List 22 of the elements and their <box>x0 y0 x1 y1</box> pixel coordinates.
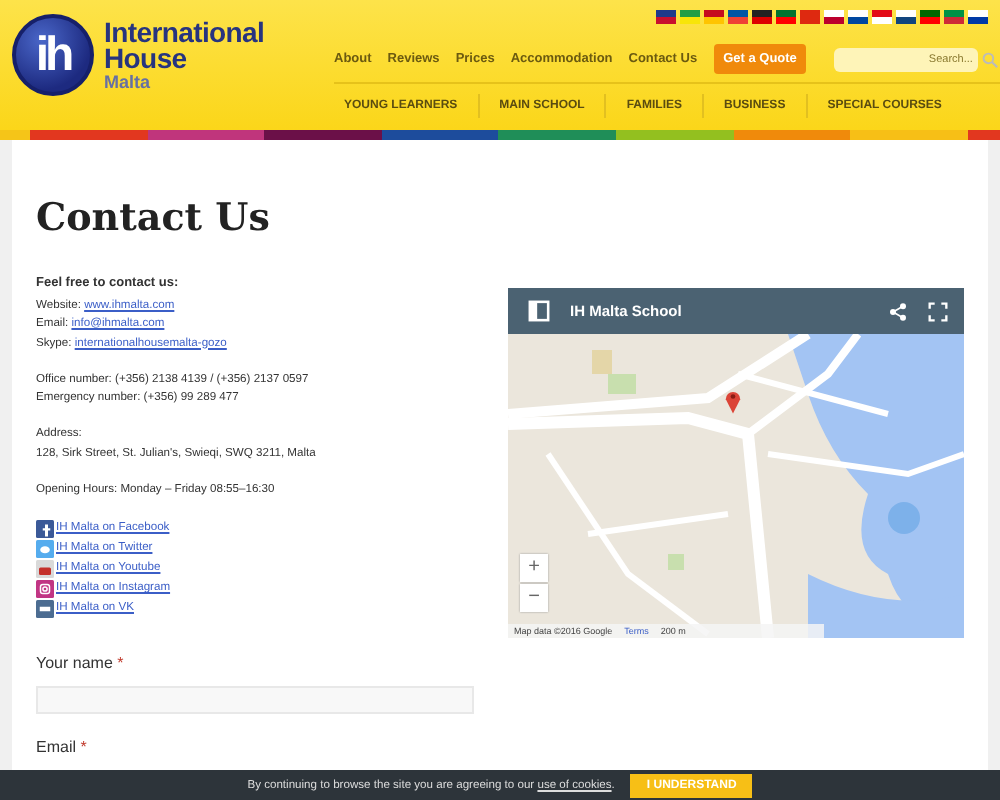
video-icon <box>36 559 54 578</box>
flag-icon[interactable] <box>824 10 844 24</box>
field-label: Your name * <box>36 654 126 672</box>
flag-icon[interactable] <box>896 10 916 24</box>
logo-name[interactable]: House <box>104 46 265 74</box>
field-label: Email * <box>36 738 89 756</box>
fullscreen-icon[interactable] <box>928 301 948 321</box>
flag-icon[interactable] <box>968 10 988 24</box>
sidebar-icon[interactable] <box>528 300 550 322</box>
logo-mark[interactable]: ih <box>12 14 94 96</box>
search-icon <box>982 51 999 67</box>
map-pin-icon <box>724 388 742 414</box>
share-icon[interactable] <box>888 301 908 321</box>
logo-name[interactable]: International <box>104 19 265 47</box>
zoom-out-button[interactable]: − <box>520 584 548 612</box>
bird-icon <box>36 539 54 558</box>
zoom-in-button[interactable]: + <box>520 554 548 582</box>
logo-location[interactable]: Malta <box>104 73 265 91</box>
flag-icon[interactable] <box>848 10 868 24</box>
page-title: Contact Us <box>36 196 272 240</box>
flag-icon[interactable] <box>872 10 892 24</box>
camera-icon <box>36 579 54 598</box>
